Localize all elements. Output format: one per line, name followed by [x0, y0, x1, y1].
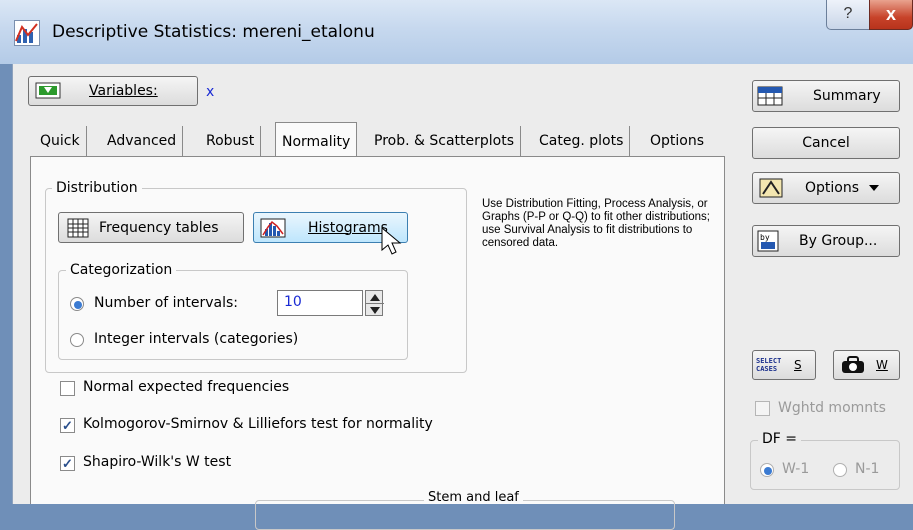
variables-value: x — [206, 84, 215, 100]
tab-normality[interactable]: Normality — [275, 122, 358, 157]
summary-icon — [757, 86, 783, 106]
variables-icon — [35, 82, 61, 99]
tab-categ-plots[interactable]: Categ. plots — [533, 126, 631, 156]
close-button[interactable]: x — [869, 0, 913, 30]
number-of-intervals-radio[interactable] — [70, 297, 84, 311]
table-icon — [67, 218, 89, 237]
tab-advanced[interactable]: Advanced — [101, 126, 184, 156]
categorization-label: Categorization — [66, 262, 177, 278]
options-button[interactable]: Options — [752, 172, 900, 204]
dropdown-arrow-icon — [869, 185, 880, 191]
ks-test-checkbox[interactable]: ✓ — [60, 418, 75, 433]
ks-test-label: Kolmogorov-Smirnov & Lilliefors test for… — [83, 416, 433, 432]
intervals-input[interactable]: 10 — [277, 290, 363, 316]
by-group-label: By Group... — [799, 233, 878, 249]
frequency-tables-button[interactable]: Frequency tables — [58, 212, 244, 243]
weights-button[interactable]: W — [833, 350, 900, 380]
select-cases-letter: S — [794, 358, 802, 372]
df-w1-label: W-1 — [782, 461, 810, 477]
number-of-intervals-label: Number of intervals: — [94, 295, 239, 311]
select-cases-icon: SELECT CASES — [756, 357, 782, 373]
tab-robust[interactable]: Robust — [200, 126, 262, 156]
tab-quick[interactable]: Quick — [34, 126, 87, 156]
df-w1-radio[interactable] — [760, 463, 774, 477]
summary-button[interactable]: Summary — [752, 80, 900, 112]
help-button[interactable]: ? — [826, 0, 870, 30]
help-icon: ? — [843, 5, 853, 22]
spin-up-icon[interactable] — [370, 294, 380, 301]
by-group-icon: by — [757, 230, 779, 252]
histogram-icon — [260, 218, 286, 237]
tab-prob-scatterplots[interactable]: Prob. & Scatterplots — [368, 126, 521, 156]
cancel-button[interactable]: Cancel — [752, 127, 900, 159]
df-n1-label: N-1 — [855, 461, 880, 477]
summary-label: Summary — [813, 88, 881, 104]
svg-text:by: by — [760, 233, 770, 242]
wghtd-momnts-checkbox[interactable] — [755, 401, 770, 416]
variables-label: Variables: — [89, 83, 158, 99]
integer-intervals-radio[interactable] — [70, 333, 84, 347]
intervals-value: 10 — [284, 294, 302, 310]
weight-icon — [842, 356, 864, 373]
weights-letter: W — [876, 358, 888, 372]
options-label: Options — [805, 180, 860, 196]
integer-intervals-label: Integer intervals (categories) — [94, 331, 299, 347]
distribution-label: Distribution — [52, 180, 142, 196]
stem-leaf-label: Stem and leaf — [424, 491, 523, 504]
by-group-button[interactable]: by By Group... — [752, 225, 900, 257]
stem-leaf-group — [255, 500, 675, 530]
wghtd-momnts-label: Wghtd momnts — [778, 400, 886, 416]
df-label: DF = — [758, 431, 802, 447]
options-icon — [759, 178, 783, 198]
shapiro-checkbox[interactable]: ✓ — [60, 456, 75, 471]
normal-expected-label: Normal expected frequencies — [83, 379, 290, 395]
variables-button[interactable]: Variables: — [28, 76, 198, 106]
cancel-label: Cancel — [802, 135, 850, 151]
select-cases-button[interactable]: SELECT CASES S — [752, 350, 816, 380]
normal-expected-checkbox[interactable] — [60, 381, 75, 396]
window-title: Descriptive Statistics: mereni_etalonu — [52, 22, 375, 42]
mouse-cursor-icon — [381, 226, 402, 255]
tab-options[interactable]: Options — [644, 126, 710, 156]
info-text: Use Distribution Fitting, Process Analys… — [482, 198, 710, 249]
spin-down-icon[interactable] — [370, 307, 380, 314]
close-icon: x — [885, 4, 896, 24]
statistics-app-icon — [14, 20, 40, 46]
shapiro-label: Shapiro-Wilk's W test — [83, 454, 232, 470]
df-n1-radio[interactable] — [833, 463, 847, 477]
intervals-spinner[interactable] — [365, 290, 384, 316]
histograms-label: Histograms — [308, 219, 388, 236]
frequency-tables-label: Frequency tables — [99, 219, 219, 236]
